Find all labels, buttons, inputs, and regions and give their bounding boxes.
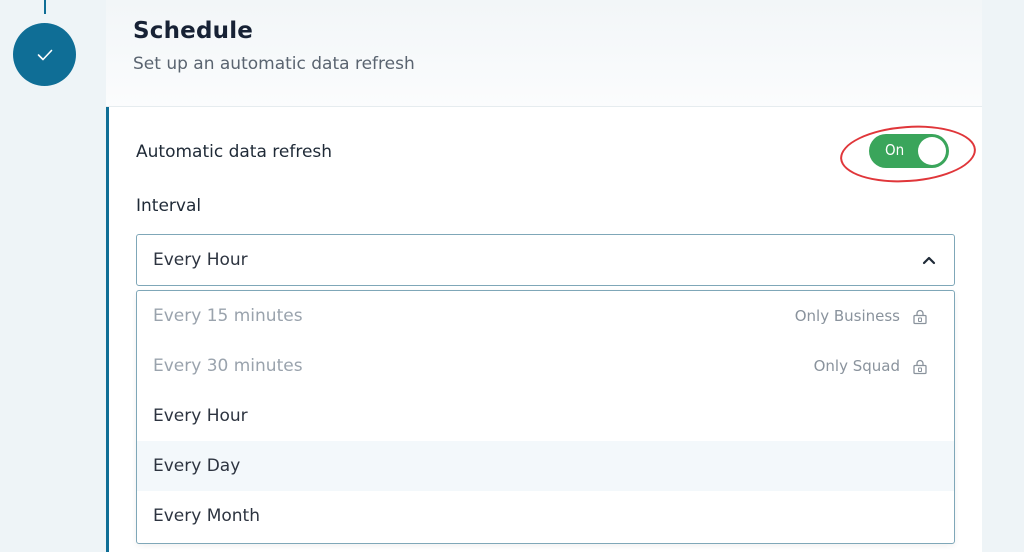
interval-option-every-month[interactable]: Every Month	[137, 491, 954, 541]
chevron-up-icon	[922, 256, 936, 265]
lock-icon	[913, 309, 927, 325]
lock-icon	[913, 359, 927, 375]
option-label: Every 30 minutes	[153, 356, 303, 376]
toggle-state-text: On	[885, 141, 905, 159]
stepper-line	[44, 0, 46, 14]
interval-label: Interval	[136, 196, 202, 216]
interval-option-every-hour[interactable]: Every Hour	[137, 391, 954, 441]
toggle-knob	[918, 137, 946, 165]
option-label: Every Day	[153, 456, 241, 476]
option-label: Every 15 minutes	[153, 306, 303, 326]
plan-requirement-note: Only Business	[794, 307, 900, 325]
schedule-card: Schedule Set up an automatic data refres…	[106, 0, 982, 552]
interval-option-every-day[interactable]: Every Day	[137, 441, 954, 491]
card-header: Schedule Set up an automatic data refres…	[106, 0, 982, 107]
check-icon	[37, 49, 52, 60]
interval-dropdown-menu: Every 15 minutes Only Business Every 30 …	[136, 290, 955, 544]
option-label: Every Hour	[153, 406, 248, 426]
step-complete-indicator	[13, 23, 76, 86]
option-label: Every Month	[153, 506, 260, 526]
plan-requirement-note: Only Squad	[813, 357, 900, 375]
automatic-refresh-label: Automatic data refresh	[136, 142, 333, 162]
interval-select[interactable]: Every Hour	[136, 234, 955, 286]
page-subtitle: Set up an automatic data refresh	[133, 54, 415, 74]
card-body: Automatic data refresh On Interval Every…	[106, 107, 982, 552]
interval-option-30-minutes[interactable]: Every 30 minutes Only Squad	[137, 341, 954, 391]
interval-option-15-minutes[interactable]: Every 15 minutes Only Business	[137, 291, 954, 341]
page-title: Schedule	[133, 18, 254, 44]
interval-selected-value: Every Hour	[153, 250, 248, 270]
automatic-refresh-toggle[interactable]: On	[869, 134, 949, 168]
